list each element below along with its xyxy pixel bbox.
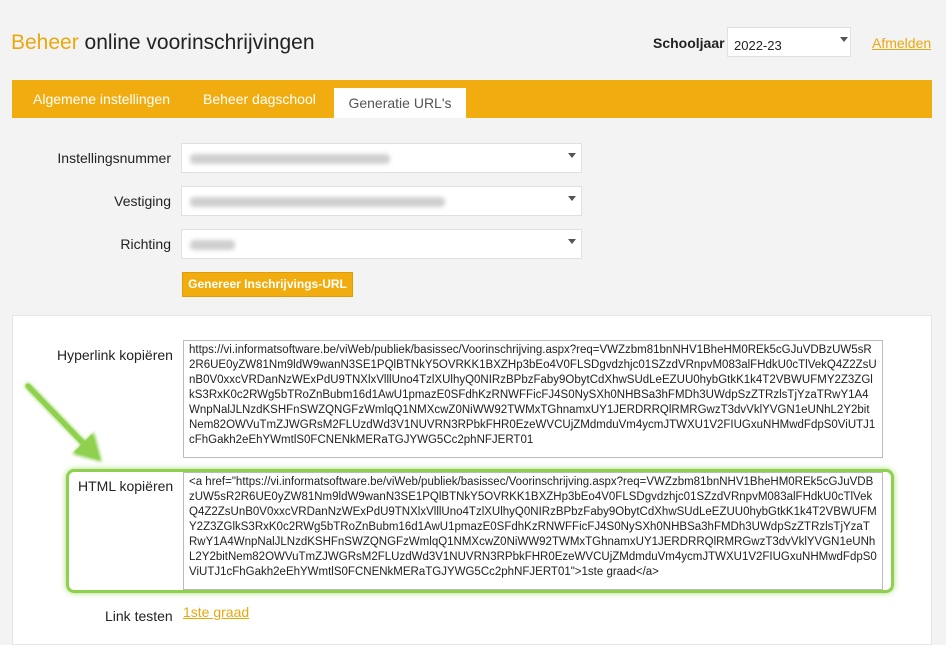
redacted-value bbox=[190, 154, 390, 164]
page-title-accent: Beheer bbox=[11, 31, 79, 54]
tab-beheer-dagschool[interactable]: Beheer dagschool bbox=[203, 80, 316, 118]
chevron-down-icon bbox=[568, 153, 576, 158]
arrow-icon bbox=[25, 383, 102, 462]
page-title-rest: online voorinschrijvingen bbox=[78, 31, 315, 54]
instellingsnummer-select[interactable] bbox=[181, 143, 582, 173]
schoolyear-value: 2022-23 bbox=[734, 38, 782, 53]
schoolyear-label: Schooljaar bbox=[653, 35, 725, 51]
instellingsnummer-label: Instellingsnummer bbox=[57, 150, 171, 166]
vestiging-select[interactable] bbox=[181, 186, 582, 216]
highlight-box bbox=[66, 469, 894, 593]
tab-algemene-instellingen[interactable]: Algemene instellingen bbox=[33, 80, 170, 118]
tab-generatie-urls[interactable]: Generatie URL's bbox=[334, 88, 466, 118]
chevron-down-icon bbox=[840, 37, 848, 42]
richting-select[interactable] bbox=[181, 229, 582, 259]
page-title: Beheer online voorinschrijvingen bbox=[11, 31, 315, 55]
chevron-down-icon bbox=[568, 239, 576, 244]
tab-bar: Algemene instellingen Beheer dagschool G… bbox=[12, 80, 932, 118]
redacted-value bbox=[190, 197, 445, 207]
generate-url-button[interactable]: Genereer Inschrijvings-URL bbox=[182, 272, 353, 297]
chevron-down-icon bbox=[568, 196, 576, 201]
vestiging-label: Vestiging bbox=[114, 193, 171, 209]
hyperlink-label: Hyperlink kopiëren bbox=[57, 347, 173, 363]
hyperlink-textarea[interactable]: https://vi.informatsoftware.be/viWeb/pub… bbox=[183, 340, 883, 458]
link-testen-label: Link testen bbox=[105, 608, 173, 624]
redacted-value bbox=[190, 240, 235, 250]
logout-link[interactable]: Afmelden bbox=[872, 35, 931, 51]
schoolyear-select[interactable]: 2022-23 bbox=[727, 27, 851, 57]
test-link[interactable]: 1ste graad bbox=[183, 604, 249, 620]
richting-label: Richting bbox=[120, 236, 171, 252]
